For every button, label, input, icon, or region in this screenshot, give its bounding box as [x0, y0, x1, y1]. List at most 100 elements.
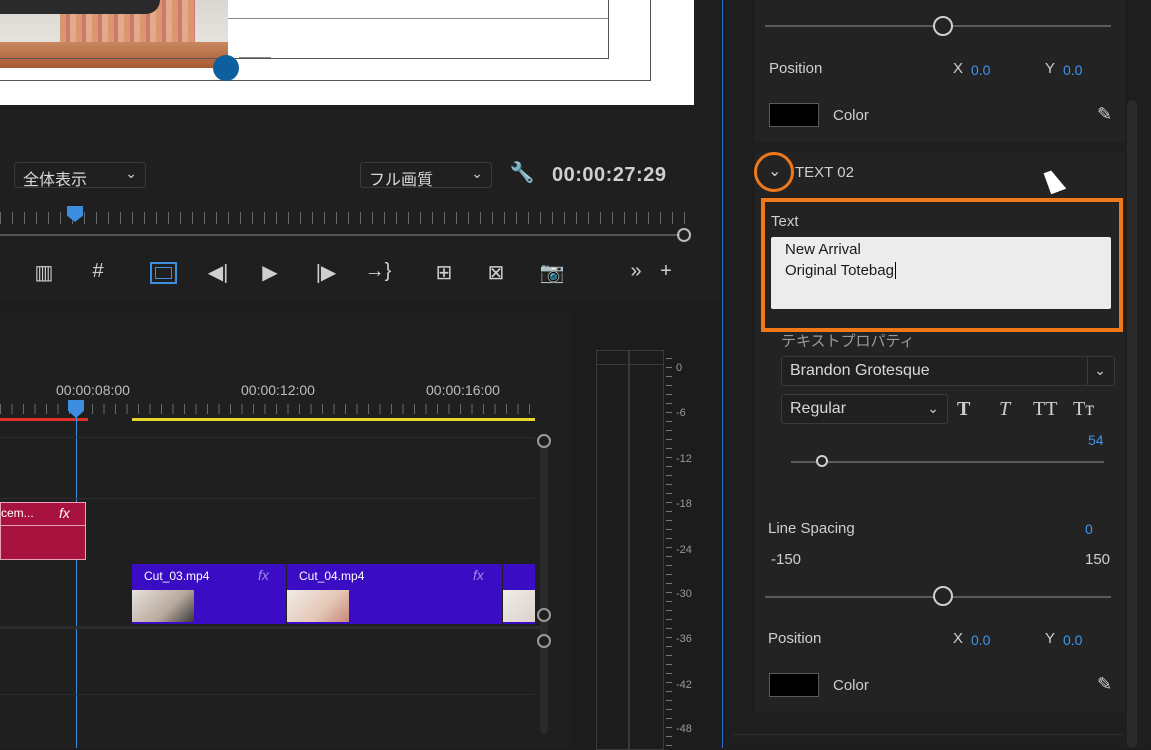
chevron-down-icon: ⌄ — [768, 163, 782, 180]
small-caps-icon[interactable]: Tт — [1073, 398, 1094, 421]
db-label: -36 — [676, 633, 692, 645]
fx-badge: fx — [258, 567, 269, 583]
ruler-label: 00:00:12:00 — [241, 382, 315, 398]
text-input[interactable]: New Arrival Original Totebag — [771, 237, 1111, 309]
text-label: Text — [771, 213, 799, 230]
line-spacing-knob[interactable] — [933, 586, 953, 606]
position-label: Position — [769, 60, 823, 77]
track-divider — [0, 626, 545, 629]
text-line-2: Original Totebag — [785, 262, 896, 279]
clip-name: Cut_03.mp4 — [144, 569, 210, 583]
scroll-handle-top[interactable] — [537, 434, 551, 448]
font-style-select[interactable]: Regular ⌄ — [781, 394, 948, 424]
video-clip[interactable]: Cut_04.mp4 fx — [287, 564, 502, 624]
track-divider — [0, 437, 535, 438]
lift-icon[interactable]: ⊞ — [430, 260, 458, 285]
camera-icon[interactable]: 📷 — [538, 260, 566, 285]
line-spacing-min: -150 — [771, 551, 802, 568]
font-size-value[interactable]: 54 — [1088, 432, 1104, 448]
all-caps-icon[interactable]: TT — [1033, 398, 1057, 421]
line-spacing-max: 150 — [1085, 551, 1111, 568]
line-spacing-label: Line Spacing — [768, 520, 855, 537]
clip-name: cem... — [1, 506, 34, 520]
color-label: Color — [833, 107, 869, 124]
db-label: -48 — [676, 723, 692, 735]
bold-icon[interactable]: T — [957, 398, 970, 421]
eyedropper-icon[interactable]: ✎ — [1097, 104, 1112, 125]
video-clip[interactable]: Cut_03.mp4 fx — [132, 564, 286, 624]
chevron-down-icon: ⌄ — [927, 400, 939, 416]
font-size-track[interactable] — [791, 461, 1104, 463]
db-label: -18 — [676, 498, 692, 510]
timeline-panel: 00:00:08:00 00:00:12:00 00:00:16:00 cem.… — [0, 310, 570, 748]
grid-icon[interactable]: # — [84, 260, 112, 283]
db-label: -24 — [676, 544, 692, 556]
playback-quality-select[interactable]: フル画質 ⌄ — [360, 162, 492, 189]
font-style-value: Regular — [790, 400, 847, 417]
color-swatch[interactable] — [769, 673, 819, 697]
zoom-level-value: 全体表示 — [23, 172, 88, 189]
wrench-icon[interactable]: 🔧 — [508, 160, 536, 188]
scroll-handle-top[interactable] — [537, 634, 551, 648]
chevron-down-icon: ⌄ — [1094, 362, 1106, 378]
graphic-clip[interactable]: cem... fx — [0, 502, 86, 560]
panel-scrollbar[interactable] — [1127, 100, 1137, 748]
db-label: -30 — [676, 588, 692, 600]
anchor-handle[interactable] — [213, 55, 239, 81]
meter-bar-left — [596, 350, 629, 750]
extract-icon[interactable]: ⊠ — [482, 260, 510, 285]
line-spacing-value[interactable]: 0 — [1085, 521, 1093, 537]
fx-badge: fx — [59, 505, 70, 521]
font-family-value: Brandon Grotesque — [790, 362, 930, 379]
text-properties-label: テキストプロパティ — [781, 333, 915, 350]
timeline-scrollbar[interactable] — [540, 434, 548, 734]
mark-in-icon[interactable]: ▥ — [30, 260, 58, 285]
scrubber-track — [0, 234, 680, 236]
video-clip[interactable] — [503, 564, 535, 624]
quality-value: フル画質 — [369, 172, 434, 189]
go-to-out-icon[interactable]: →} — [364, 260, 392, 283]
chevron-down-icon: ⌄ — [125, 165, 137, 181]
text-line-1: New Arrival — [785, 241, 861, 258]
scrubber-ticks — [0, 212, 690, 224]
safe-margins-button[interactable] — [150, 262, 177, 284]
font-family-select[interactable]: Brandon Grotesque ⌄ — [781, 356, 1115, 386]
db-label: -12 — [676, 453, 692, 465]
meter-bar-right — [629, 350, 664, 750]
color-swatch[interactable] — [769, 103, 819, 127]
video-preview[interactable] — [0, 0, 694, 105]
panel-bottom-divider — [733, 734, 1123, 735]
x-label: X — [953, 630, 964, 647]
clip-thumbnail — [287, 590, 349, 622]
playhead-timecode[interactable]: 00:00:27:29 — [552, 164, 666, 187]
position-y-value[interactable]: 0.0 — [1063, 62, 1082, 78]
scrubber-end-handle[interactable] — [677, 228, 691, 242]
db-label: 0 — [676, 362, 683, 374]
position-y-value[interactable]: 0.0 — [1063, 632, 1082, 648]
position-x-value[interactable]: 0.0 — [971, 62, 990, 78]
db-label: -42 — [676, 679, 692, 691]
scroll-handle-bottom[interactable] — [537, 608, 551, 622]
add-button-icon[interactable]: + — [652, 260, 680, 283]
slider-knob[interactable] — [933, 16, 953, 36]
safe-margin-inner — [0, 0, 609, 59]
eyedropper-icon[interactable]: ✎ — [1097, 674, 1112, 695]
position-x-value[interactable]: 0.0 — [971, 632, 990, 648]
ruler-label: 00:00:08:00 — [56, 382, 130, 398]
step-back-icon[interactable]: ◀| — [204, 260, 232, 285]
fx-badge: fx — [473, 567, 484, 583]
collapse-toggle[interactable]: ⌄ — [754, 152, 794, 192]
y-label: Y — [1045, 60, 1056, 77]
meter-scale-ticks — [666, 358, 672, 748]
layer-header: TEXT 02 — [795, 164, 854, 181]
db-label: -6 — [676, 407, 686, 419]
play-icon[interactable]: ▶ — [256, 260, 284, 285]
playhead-line — [76, 410, 77, 748]
render-bar-red — [0, 418, 88, 421]
monitor-scrubber[interactable] — [0, 206, 694, 242]
zoom-level-select[interactable]: 全体表示 ⌄ — [14, 162, 146, 189]
step-forward-icon[interactable]: |▶ — [312, 260, 340, 285]
ruler-label: 00:00:16:00 — [426, 382, 500, 398]
more-controls-icon[interactable]: » — [622, 260, 650, 283]
italic-icon[interactable]: T — [999, 398, 1010, 421]
